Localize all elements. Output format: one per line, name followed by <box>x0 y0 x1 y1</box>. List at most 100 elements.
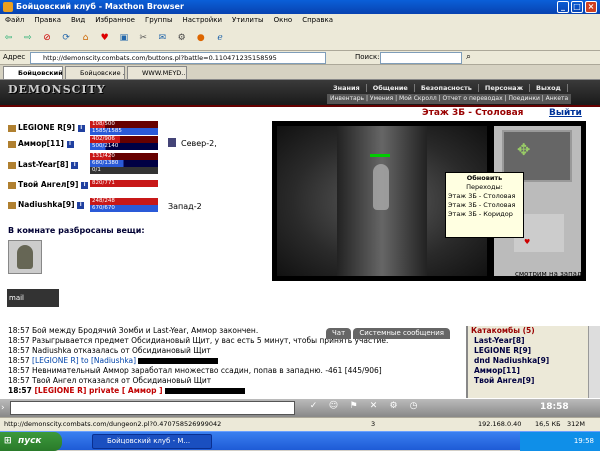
ghost-figure[interactable] <box>373 164 389 210</box>
browser-tab[interactable]: WWW.MEYD... <box>127 66 187 79</box>
player-direction: Запад-2 <box>168 202 202 211</box>
player-row[interactable]: Твой Ангел[9] i <box>8 180 89 193</box>
firefox-icon[interactable]: ● <box>193 31 208 46</box>
menu-favorites[interactable]: Избранное <box>90 14 140 27</box>
search-input[interactable] <box>380 52 462 64</box>
filter-icon[interactable]: ⚑ <box>346 399 361 414</box>
clear-chat-icon[interactable]: ✕ <box>366 399 381 414</box>
groups-icon[interactable]: ▣ <box>116 31 131 46</box>
info-icon[interactable]: i <box>77 201 85 209</box>
dropped-item[interactable] <box>8 240 42 274</box>
send-icon[interactable]: ✓ <box>306 399 321 414</box>
back-icon[interactable]: ⇦ <box>1 31 16 46</box>
menu-help[interactable]: Справка <box>297 14 338 27</box>
status-url: http://demonscity.combats.com/dungeon2.p… <box>4 420 222 428</box>
guild-icon <box>8 140 16 148</box>
nav-knowledge[interactable]: Знания <box>327 84 367 92</box>
online-user[interactable]: Last-Year[8] <box>468 336 588 346</box>
search-go-icon[interactable]: ⌕ <box>466 52 471 62</box>
ie-icon[interactable]: ℯ <box>213 31 228 46</box>
status-memory: 312М <box>567 420 586 428</box>
nav-character[interactable]: Персонаж <box>479 84 531 92</box>
browser-tab-bar: Бойцовский ... Бойцовские ... WWW.MEYD..… <box>0 65 600 80</box>
stop-icon[interactable]: ⊘ <box>39 31 54 46</box>
player-marker-icon: ♥ <box>524 238 531 246</box>
player-name[interactable]: Nadiushka[9] i <box>8 200 85 209</box>
online-user[interactable]: dnd Nadiushka[9] <box>468 356 588 366</box>
player-bars: 248/248 670/670 <box>90 198 158 212</box>
mana-bar: 670/670 <box>90 205 158 212</box>
menu-groups[interactable]: Группы <box>140 14 178 27</box>
chat-arrow-icon: › <box>1 403 5 413</box>
info-icon[interactable]: i <box>77 124 85 132</box>
menu-settings[interactable]: Настройки <box>178 14 228 27</box>
menu-bar: Файл Правка Вид Избранное Группы Настройки Ути… <box>0 14 600 27</box>
exit-link[interactable]: Выйти <box>549 108 582 118</box>
player-name[interactable]: LEGIONE R[9] i <box>8 123 85 132</box>
online-user[interactable]: LEGIONE R[9] <box>468 346 588 356</box>
room-title: Катакомбы (5) <box>471 326 535 335</box>
compass-arrows-icon[interactable]: ✥ <box>517 140 530 159</box>
chat-line: 18:57 [LEGIONE R] to [Nadiushka] <box>0 356 464 366</box>
close-button[interactable]: × <box>585 1 597 13</box>
tray-clock: 19:58 <box>573 437 594 445</box>
online-scrollbar[interactable] <box>588 326 600 398</box>
info-icon[interactable]: i <box>66 140 74 148</box>
online-user[interactable]: Аммор[11] <box>468 366 588 376</box>
shield-item-icon <box>17 245 33 269</box>
taskbar-window-button[interactable]: Бойцовский клуб - M... <box>92 434 212 449</box>
settings-icon[interactable]: ⚙ <box>174 31 189 46</box>
transitions-tooltip: Обновить Переходы: Этаж 3Б - Столовая Эт… <box>445 172 524 238</box>
redacted-mark <box>138 358 219 364</box>
window-titlebar[interactable]: Бойцовский клуб - Maxthon Browser _ □ × <box>0 0 600 14</box>
enemy-hp-bar <box>370 154 390 157</box>
player-row[interactable]: Аммор[11] i <box>8 139 74 152</box>
smiley-icon[interactable]: ☺ <box>326 399 341 414</box>
player-name[interactable]: Last-Year[8] i <box>8 160 79 169</box>
speed-icon[interactable]: ◷ <box>406 399 421 414</box>
menu-edit[interactable]: Правка <box>29 14 66 27</box>
player-row[interactable]: Last-Year[8] i <box>8 160 79 173</box>
tools-icon[interactable]: ✂ <box>136 31 151 46</box>
chat-line: 18:57 [LEGIONE R] private [ Аммор ] <box>0 386 464 396</box>
menu-file[interactable]: Файл <box>0 14 29 27</box>
online-user[interactable]: Твой Ангел[9] <box>468 376 588 386</box>
start-button[interactable]: ⊞ пуск <box>0 432 62 451</box>
chat-input[interactable] <box>10 401 295 415</box>
mail-icon[interactable]: ✉ <box>155 31 170 46</box>
player-bars: 402/906 500/2140 <box>90 136 158 150</box>
browser-tab-active[interactable]: Бойцовский ... <box>3 66 63 79</box>
menu-view[interactable]: Вид <box>66 14 90 27</box>
favorites-heart-icon[interactable]: ♥ <box>97 31 112 46</box>
forward-icon[interactable]: ⇨ <box>20 31 35 46</box>
nav-social[interactable]: Общение <box>367 84 415 92</box>
info-icon[interactable]: i <box>71 161 79 169</box>
chat-settings-icon[interactable]: ⚙ <box>386 399 401 414</box>
info-icon[interactable]: i <box>81 181 89 189</box>
refresh-icon[interactable]: ⟳ <box>59 31 74 46</box>
maximize-button[interactable]: □ <box>571 1 583 13</box>
tab-chat[interactable]: Чат <box>326 328 352 339</box>
player-row[interactable]: LEGIONE R[9] i <box>8 123 85 136</box>
minimize-button[interactable]: _ <box>557 1 569 13</box>
menu-window[interactable]: Окно <box>269 14 298 27</box>
player-row[interactable]: Nadiushka[9] i <box>8 200 85 213</box>
nav-security[interactable]: Безопасность <box>415 84 479 92</box>
transition-item[interactable]: Этаж 3Б - Столовая <box>448 201 521 210</box>
game-logo: DEMONSCITY <box>8 83 106 96</box>
transition-item[interactable]: Этаж 3Б - Столовая <box>448 192 521 201</box>
player-bars: 108/500 1585/1585 <box>90 121 158 135</box>
sub-nav[interactable]: Инвентарь | Умения | Мой Скролл | Отчет … <box>327 94 572 104</box>
browser-tab[interactable]: Бойцовские ... <box>65 66 125 79</box>
player-name[interactable]: Твой Ангел[9] i <box>8 180 89 189</box>
address-input[interactable]: http://demonscity.combats.com/buttons.pl… <box>30 52 326 64</box>
home-icon[interactable]: ⌂ <box>78 31 93 46</box>
refresh-link[interactable]: Обновить <box>448 174 521 183</box>
transition-item[interactable]: Этаж 3Б - Коридор <box>448 210 521 219</box>
nav-exit[interactable]: Выход <box>530 84 568 92</box>
status-bar: http://demonscity.combats.com/dungeon2.p… <box>0 417 600 431</box>
menu-utilities[interactable]: Утилиты <box>227 14 269 27</box>
player-name[interactable]: Аммор[11] i <box>8 139 74 148</box>
tab-system-messages[interactable]: Системные сообщения <box>353 328 450 339</box>
mana-bar: 500/2140 <box>90 143 158 150</box>
